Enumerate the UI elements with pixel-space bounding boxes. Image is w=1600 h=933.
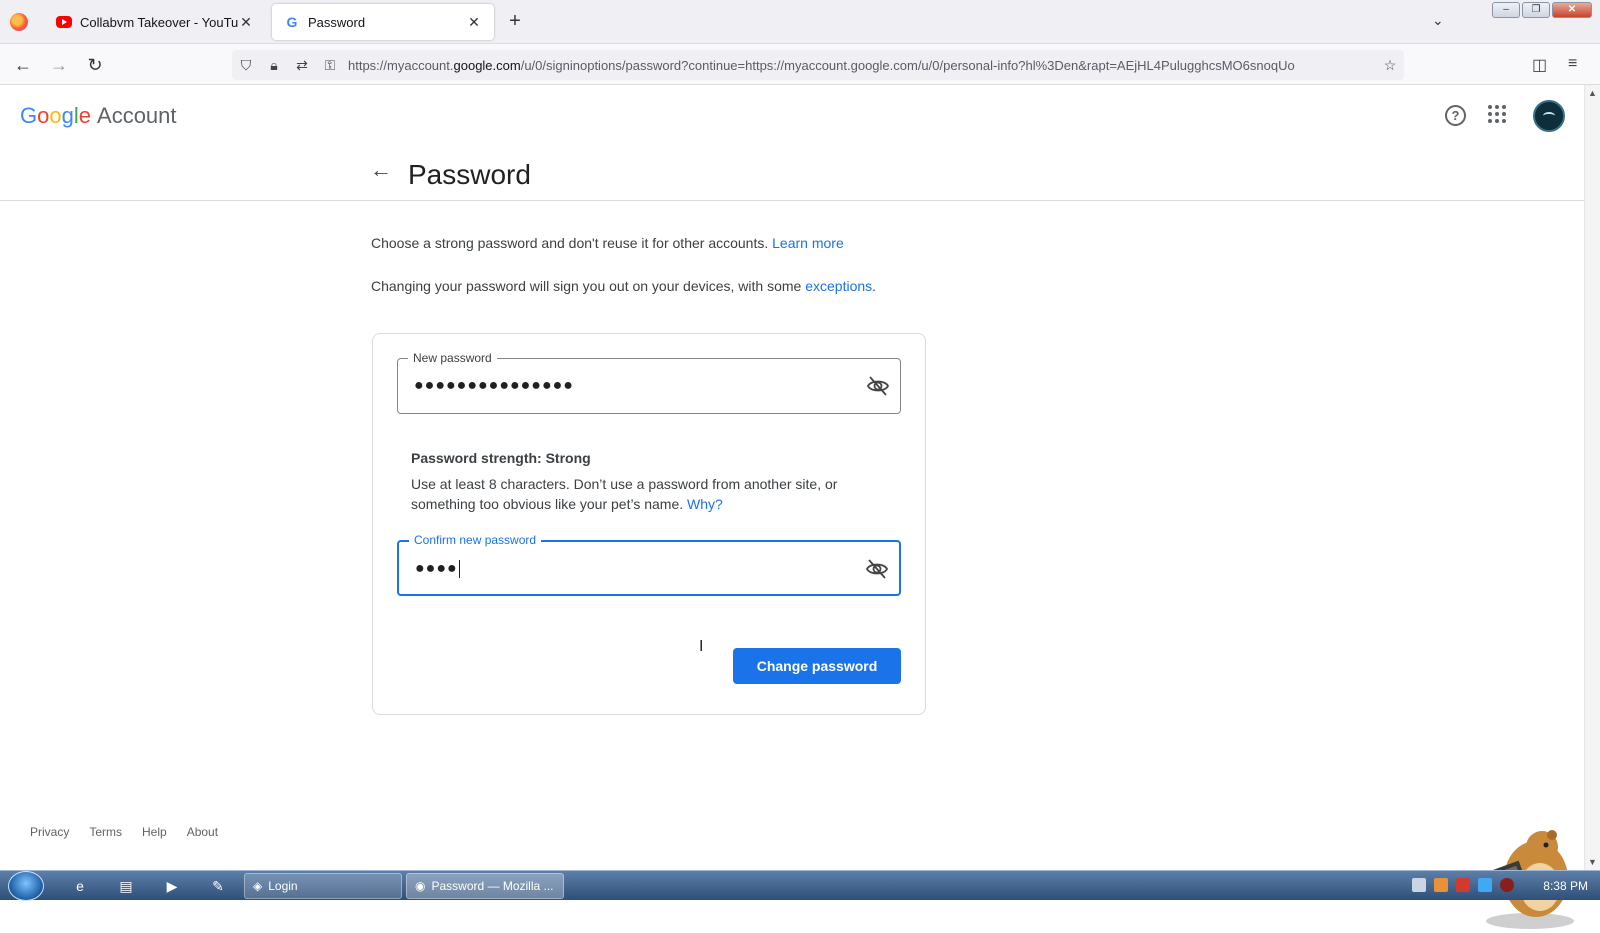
url-prefix: https://myaccount.: [348, 57, 454, 73]
forward-icon[interactable]: →: [48, 54, 70, 76]
help-link[interactable]: Help: [142, 825, 167, 839]
password-strength: Password strength: Strong: [411, 450, 591, 466]
help-icon[interactable]: ?: [1445, 105, 1466, 126]
paint-icon[interactable]: ✎: [208, 876, 228, 896]
permissions-icon[interactable]: ⇄: [288, 57, 316, 74]
restore-button[interactable]: ❐: [1522, 2, 1550, 18]
firefox-icon: ◉: [415, 879, 426, 893]
url-host: google.com: [453, 57, 521, 73]
scroll-down-icon[interactable]: ▼: [1588, 857, 1597, 867]
about-link[interactable]: About: [187, 825, 218, 839]
hide-password-icon[interactable]: [866, 374, 890, 398]
media-player-icon[interactable]: ▶: [162, 876, 182, 896]
text-caret: [458, 560, 460, 578]
new-password-value[interactable]: ●●●●●●●●●●●●●●●: [414, 377, 574, 395]
confirm-password-dots: ●●●●: [415, 560, 458, 578]
list-tabs-icon[interactable]: ⌄: [1432, 12, 1444, 29]
window-controls: – ❐ ✕: [1492, 2, 1592, 18]
footer: Privacy Terms Help About: [30, 825, 218, 839]
page-title-bar: ← Password: [0, 145, 1584, 201]
tab-password[interactable]: G Password ✕: [272, 4, 494, 40]
taskbar-item-firefox[interactable]: ◉ Password — Mozilla ...: [406, 873, 564, 899]
back-icon[interactable]: ←: [12, 54, 34, 76]
url-text[interactable]: https://myaccount.google.com/u/0/signino…: [344, 58, 1376, 73]
tab-youtube[interactable]: Collabvm Takeover - YouTube ✕: [44, 4, 266, 40]
exceptions-link[interactable]: exceptions: [805, 278, 872, 294]
pocket-icon[interactable]: ◫: [1532, 55, 1547, 75]
scroll-up-icon[interactable]: ▲: [1588, 88, 1597, 98]
youtube-icon: [56, 14, 72, 30]
task-label: Password — Mozilla ...: [431, 879, 554, 893]
page-content: Google Account ? ← Password Choose a str…: [0, 85, 1584, 929]
new-tab-button[interactable]: +: [504, 10, 526, 32]
tab-label: Collabvm Takeover - YouTube: [80, 14, 238, 30]
hide-password-icon[interactable]: [865, 557, 889, 581]
new-password-label: New password: [408, 351, 497, 365]
key-icon[interactable]: ⚿: [316, 57, 344, 74]
confirm-password-field[interactable]: Confirm new password ●●●●: [397, 533, 901, 596]
google-logo: Google: [20, 103, 92, 128]
page-scrollbar[interactable]: ▲ ▼: [1584, 85, 1600, 870]
bookmark-star-icon[interactable]: ☆: [1376, 57, 1404, 74]
password-form-card: New password ●●●●●●●●●●●●●●● Password st…: [372, 333, 926, 715]
google-account-logo[interactable]: Google Account: [20, 103, 177, 129]
hint-text: Use at least 8 characters. Don’t use a p…: [411, 476, 838, 512]
close-tab-icon[interactable]: ✕: [466, 14, 482, 31]
privacy-link[interactable]: Privacy: [30, 825, 69, 839]
new-password-field[interactable]: New password ●●●●●●●●●●●●●●●: [397, 351, 901, 414]
learn-more-link[interactable]: Learn more: [772, 235, 844, 251]
taskbar-item-login[interactable]: ◈ Login: [244, 873, 402, 899]
reload-icon[interactable]: ↻: [84, 54, 106, 76]
close-window-button[interactable]: ✕: [1552, 2, 1592, 18]
description-text: Changing your password will sign you out…: [371, 278, 802, 294]
confirm-password-label: Confirm new password: [409, 533, 542, 547]
mouse-text-cursor-icon: I: [699, 638, 704, 655]
tray-flag-icon[interactable]: [1456, 878, 1470, 892]
tab-label: Password: [308, 14, 366, 30]
shield-icon[interactable]: ⛉: [232, 57, 260, 74]
google-apps-icon[interactable]: [1488, 105, 1506, 123]
description-line-1: Choose a strong password and don't reuse…: [371, 235, 844, 251]
why-link[interactable]: Why?: [687, 496, 723, 512]
app-icon: ◈: [253, 879, 263, 893]
avatar[interactable]: [1533, 100, 1565, 132]
description-line-2: Changing your password will sign you out…: [371, 278, 876, 294]
url-path: /u/0/signinoptions/password?continue=htt…: [520, 57, 1295, 73]
close-tab-icon[interactable]: ✕: [238, 14, 254, 31]
address-bar[interactable]: ⛉ 🔒︎ ⇄ ⚿ https://myaccount.google.com/u/…: [232, 50, 1404, 80]
tray-display-icon[interactable]: [1478, 878, 1492, 892]
google-icon: G: [286, 14, 298, 30]
account-label: Account: [97, 103, 177, 128]
tray-volume-icon[interactable]: [1500, 878, 1514, 892]
tray-network-icon[interactable]: [1412, 878, 1426, 892]
system-tray: [1412, 878, 1514, 892]
password-hint: Use at least 8 characters. Don’t use a p…: [411, 474, 861, 514]
file-explorer-icon[interactable]: ▤: [116, 876, 136, 896]
change-password-button[interactable]: Change password: [733, 648, 901, 684]
terms-link[interactable]: Terms: [89, 825, 122, 839]
minimize-button[interactable]: –: [1492, 2, 1520, 18]
start-button[interactable]: [8, 871, 44, 901]
page-title: Password: [408, 159, 531, 190]
description-text: Choose a strong password and don't reuse…: [371, 235, 769, 251]
task-label: Login: [268, 879, 298, 893]
description-period: .: [872, 278, 877, 294]
menu-icon[interactable]: ≡: [1568, 55, 1577, 73]
internet-explorer-icon[interactable]: e: [70, 876, 90, 896]
lock-icon[interactable]: 🔒︎: [260, 57, 288, 74]
confirm-password-value[interactable]: ●●●●: [415, 560, 460, 578]
back-arrow-icon[interactable]: ←: [368, 157, 394, 183]
firefox-icon[interactable]: [10, 13, 28, 31]
os-taskbar: e ▤ ▶ ✎ ◈ Login ◉ Password — Mozilla ...…: [0, 870, 1600, 901]
browser-tab-bar: Collabvm Takeover - YouTube ✕ G Password…: [0, 0, 1600, 44]
browser-nav-bar: ← → ↻ ⛉ 🔒︎ ⇄ ⚿ https://myaccount.google.…: [0, 44, 1600, 85]
tray-search-icon[interactable]: [1434, 878, 1448, 892]
taskbar-clock[interactable]: 8:38 PM: [1543, 879, 1588, 893]
